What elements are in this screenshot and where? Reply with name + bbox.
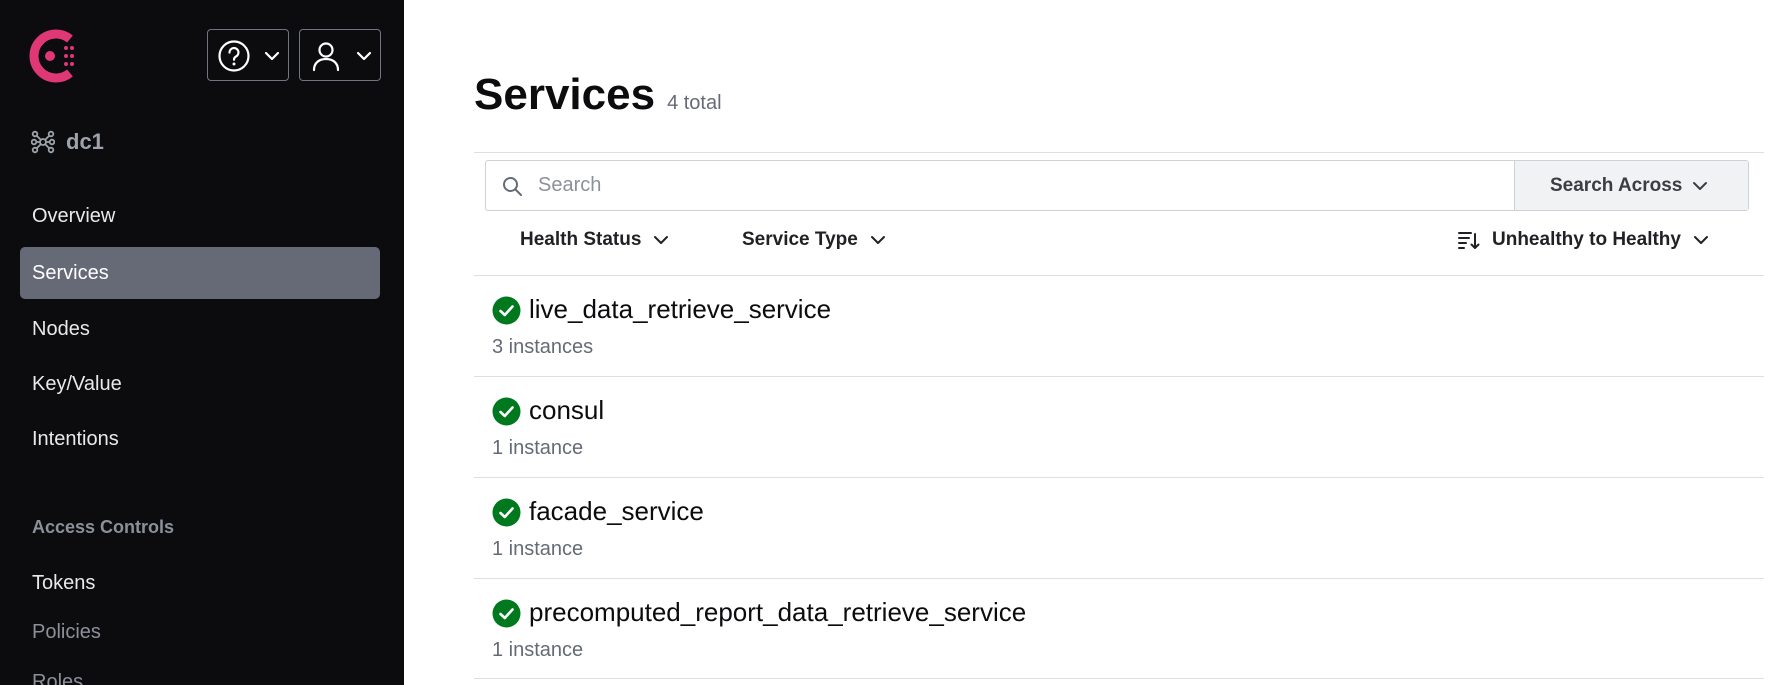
- passing-check-icon: [492, 397, 521, 426]
- sidebar-item-services[interactable]: Services: [20, 247, 380, 299]
- health-status-filter[interactable]: Health Status: [520, 229, 669, 251]
- help-icon: [218, 40, 250, 72]
- service-row[interactable]: facade_service 1 instance: [474, 477, 1764, 578]
- service-name[interactable]: precomputed_report_data_retrieve_service: [529, 597, 1026, 628]
- instance-count: 1 instance: [492, 639, 584, 661]
- sort-icon: [1458, 232, 1480, 249]
- help-menu-button[interactable]: [207, 29, 289, 81]
- user-menu-button[interactable]: [299, 29, 381, 81]
- sidebar-item-intentions[interactable]: Intentions: [20, 413, 380, 465]
- service-row[interactable]: precomputed_report_data_retrieve_service…: [474, 578, 1764, 679]
- service-row[interactable]: live_data_retrieve_service 3 instances: [474, 275, 1764, 376]
- instance-count: 1 instance: [492, 538, 584, 560]
- chevron-down-icon: [1693, 182, 1707, 190]
- service-type-label: Service Type: [742, 229, 858, 250]
- chevron-down-icon: [870, 236, 885, 244]
- consul-logo-icon[interactable]: [26, 26, 86, 86]
- datacenter-icon: [31, 130, 55, 154]
- sidebar-item-tokens[interactable]: Tokens: [20, 557, 380, 609]
- service-name[interactable]: live_data_retrieve_service: [529, 294, 831, 325]
- page-header: Services 4 total: [474, 70, 722, 120]
- total-count: 4 total: [667, 92, 722, 114]
- access-controls-heading: Access Controls: [32, 517, 175, 537]
- passing-check-icon: [492, 498, 521, 527]
- sidebar-item-key-value[interactable]: Key/Value: [20, 358, 380, 410]
- search-icon: [503, 177, 522, 196]
- divider: [474, 152, 1764, 153]
- user-icon: [312, 42, 340, 72]
- chevron-down-icon: [1693, 236, 1708, 244]
- service-type-filter[interactable]: Service Type: [742, 229, 886, 251]
- search-across-label: Search Across: [1550, 174, 1683, 196]
- chevron-down-icon: [264, 51, 280, 61]
- instance-count: 3 instances: [492, 336, 594, 358]
- main-content: Services 4 total Search Across Health St…: [404, 0, 1771, 685]
- sidebar-item-policies[interactable]: Policies: [20, 606, 380, 658]
- chevron-down-icon: [356, 51, 372, 61]
- search-input[interactable]: [538, 161, 1438, 210]
- passing-check-icon: [492, 296, 521, 325]
- instance-count: 1 instance: [492, 437, 584, 459]
- search-bar: Search Across: [485, 160, 1749, 211]
- datacenter-selector[interactable]: dc1: [31, 129, 104, 155]
- service-row[interactable]: consul 1 instance: [474, 376, 1764, 477]
- sidebar: dc1 Overview Services Nodes Key/Value In…: [0, 0, 404, 685]
- search-across-button[interactable]: Search Across: [1514, 161, 1748, 210]
- datacenter-name: dc1: [66, 129, 104, 154]
- sidebar-item-roles[interactable]: Roles: [20, 656, 380, 685]
- chevron-down-icon: [654, 236, 669, 244]
- sort-dropdown[interactable]: Unhealthy to Healthy: [1458, 229, 1709, 251]
- sort-label: Unhealthy to Healthy: [1492, 229, 1681, 250]
- service-name[interactable]: facade_service: [529, 496, 704, 527]
- service-name[interactable]: consul: [529, 395, 604, 426]
- page-title: Services: [474, 70, 656, 119]
- health-status-label: Health Status: [520, 229, 642, 250]
- passing-check-icon: [492, 599, 521, 628]
- sidebar-item-nodes[interactable]: Nodes: [20, 303, 380, 355]
- sidebar-item-overview[interactable]: Overview: [20, 190, 380, 242]
